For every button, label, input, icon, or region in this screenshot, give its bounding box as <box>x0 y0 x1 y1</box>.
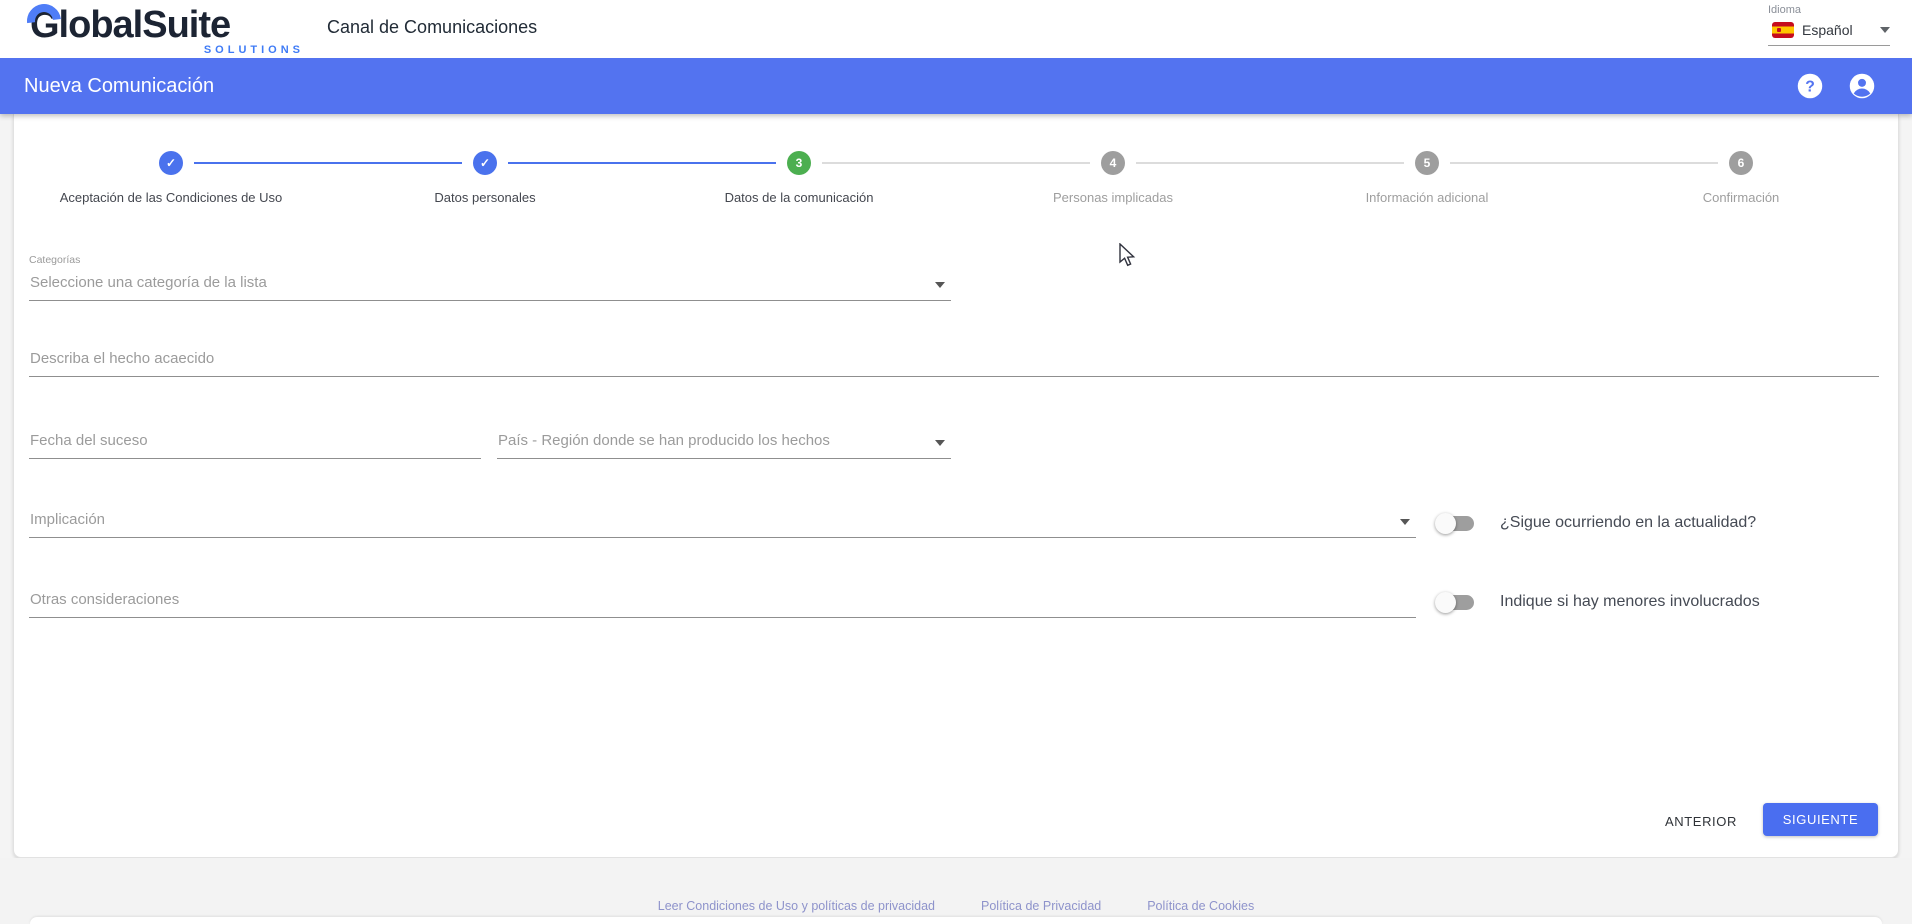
dropdown-arrow-icon[interactable] <box>935 440 945 446</box>
dropdown-arrow-icon[interactable] <box>935 282 945 288</box>
step-4-circle[interactable]: 4 <box>1101 151 1125 175</box>
chevron-down-icon <box>1880 27 1890 33</box>
still-occurring-toggle[interactable] <box>1438 516 1474 531</box>
account-icon[interactable] <box>1848 72 1876 100</box>
minors-involved-label: Indique si hay menores involucrados <box>1500 593 1760 611</box>
categories-field: Categorías <box>29 254 951 301</box>
toggle-thumb[interactable] <box>1435 513 1456 534</box>
svg-text:?: ? <box>1805 79 1815 96</box>
language-label: Idioma <box>1768 4 1890 16</box>
step-4-label: Personas implicadas <box>963 190 1263 205</box>
description-field <box>29 350 1879 377</box>
still-occurring-toggle-row: ¿Sigue ocurriendo en la actualidad? <box>1438 514 1756 532</box>
step-5-label: Información adicional <box>1277 190 1577 205</box>
step-connector <box>1136 162 1404 164</box>
step-connector <box>194 162 462 164</box>
logo-text: GlobalSuite <box>30 4 310 46</box>
step-1-check-icon[interactable]: ✓ <box>159 151 183 175</box>
wizard-card: ✓ ✓ 3 4 5 6 Aceptación de las Condicione… <box>13 114 1899 858</box>
stepper: ✓ ✓ 3 4 5 6 Aceptación de las Condicione… <box>14 114 1898 224</box>
toolbar-title: Nueva Comunicación <box>24 75 214 98</box>
minors-involved-toggle-row: Indique si hay menores involucrados <box>1438 593 1760 611</box>
previous-button[interactable]: ANTERIOR <box>1656 806 1746 836</box>
page-title: Canal de Comunicaciones <box>327 17 537 38</box>
step-connector <box>508 162 776 164</box>
language-select[interactable]: Español <box>1768 16 1890 46</box>
step-connector <box>1450 162 1718 164</box>
step-6-label: Confirmación <box>1591 190 1891 205</box>
step-2-label: Datos personales <box>335 190 635 205</box>
toggle-thumb[interactable] <box>1435 592 1456 613</box>
other-considerations-field <box>29 591 1416 618</box>
step-3-circle[interactable]: 3 <box>787 151 811 175</box>
description-input[interactable] <box>29 350 1879 377</box>
spain-flag-icon <box>1772 22 1794 38</box>
implication-select[interactable] <box>29 511 1416 538</box>
terms-link[interactable]: Leer Condiciones de Uso y políticas de p… <box>658 899 935 913</box>
country-select[interactable] <box>497 432 951 459</box>
other-considerations-input[interactable] <box>29 591 1416 618</box>
footer-links: Leer Condiciones de Uso y políticas de p… <box>0 899 1912 913</box>
help-icon[interactable]: ? <box>1796 72 1824 100</box>
logo-subtext: SOLUTIONS <box>204 44 304 56</box>
implication-field <box>29 511 1416 538</box>
footer: Leer Condiciones de Uso y políticas de p… <box>0 858 1912 924</box>
step-2-check-icon[interactable]: ✓ <box>473 151 497 175</box>
country-field <box>497 432 951 459</box>
next-button[interactable]: SIGUIENTE <box>1763 803 1878 836</box>
privacy-policy-link[interactable]: Política de Privacidad <box>981 899 1101 913</box>
footer-card-edge <box>30 917 1882 924</box>
cookies-policy-link[interactable]: Política de Cookies <box>1147 899 1254 913</box>
step-3-label: Datos de la comunicación <box>649 190 949 205</box>
app-header: GlobalSuite SOLUTIONS Canal de Comunicac… <box>0 0 1912 58</box>
language-value: Español <box>1802 22 1872 38</box>
step-1-label: Aceptación de las Condiciones de Uso <box>21 190 321 205</box>
toolbar: Nueva Comunicación ? <box>0 58 1912 114</box>
date-field <box>29 432 481 459</box>
categories-label: Categorías <box>29 254 951 266</box>
step-6-circle[interactable]: 6 <box>1729 151 1753 175</box>
date-input[interactable] <box>29 432 481 459</box>
step-connector <box>822 162 1090 164</box>
language-selector[interactable]: Idioma Español <box>1768 4 1890 46</box>
step-5-circle[interactable]: 5 <box>1415 151 1439 175</box>
dropdown-arrow-icon[interactable] <box>1400 519 1410 525</box>
categories-select[interactable] <box>29 274 951 301</box>
minors-involved-toggle[interactable] <box>1438 595 1474 610</box>
still-occurring-label: ¿Sigue ocurriendo en la actualidad? <box>1500 514 1756 532</box>
globalsuite-logo: GlobalSuite SOLUTIONS <box>30 4 310 56</box>
